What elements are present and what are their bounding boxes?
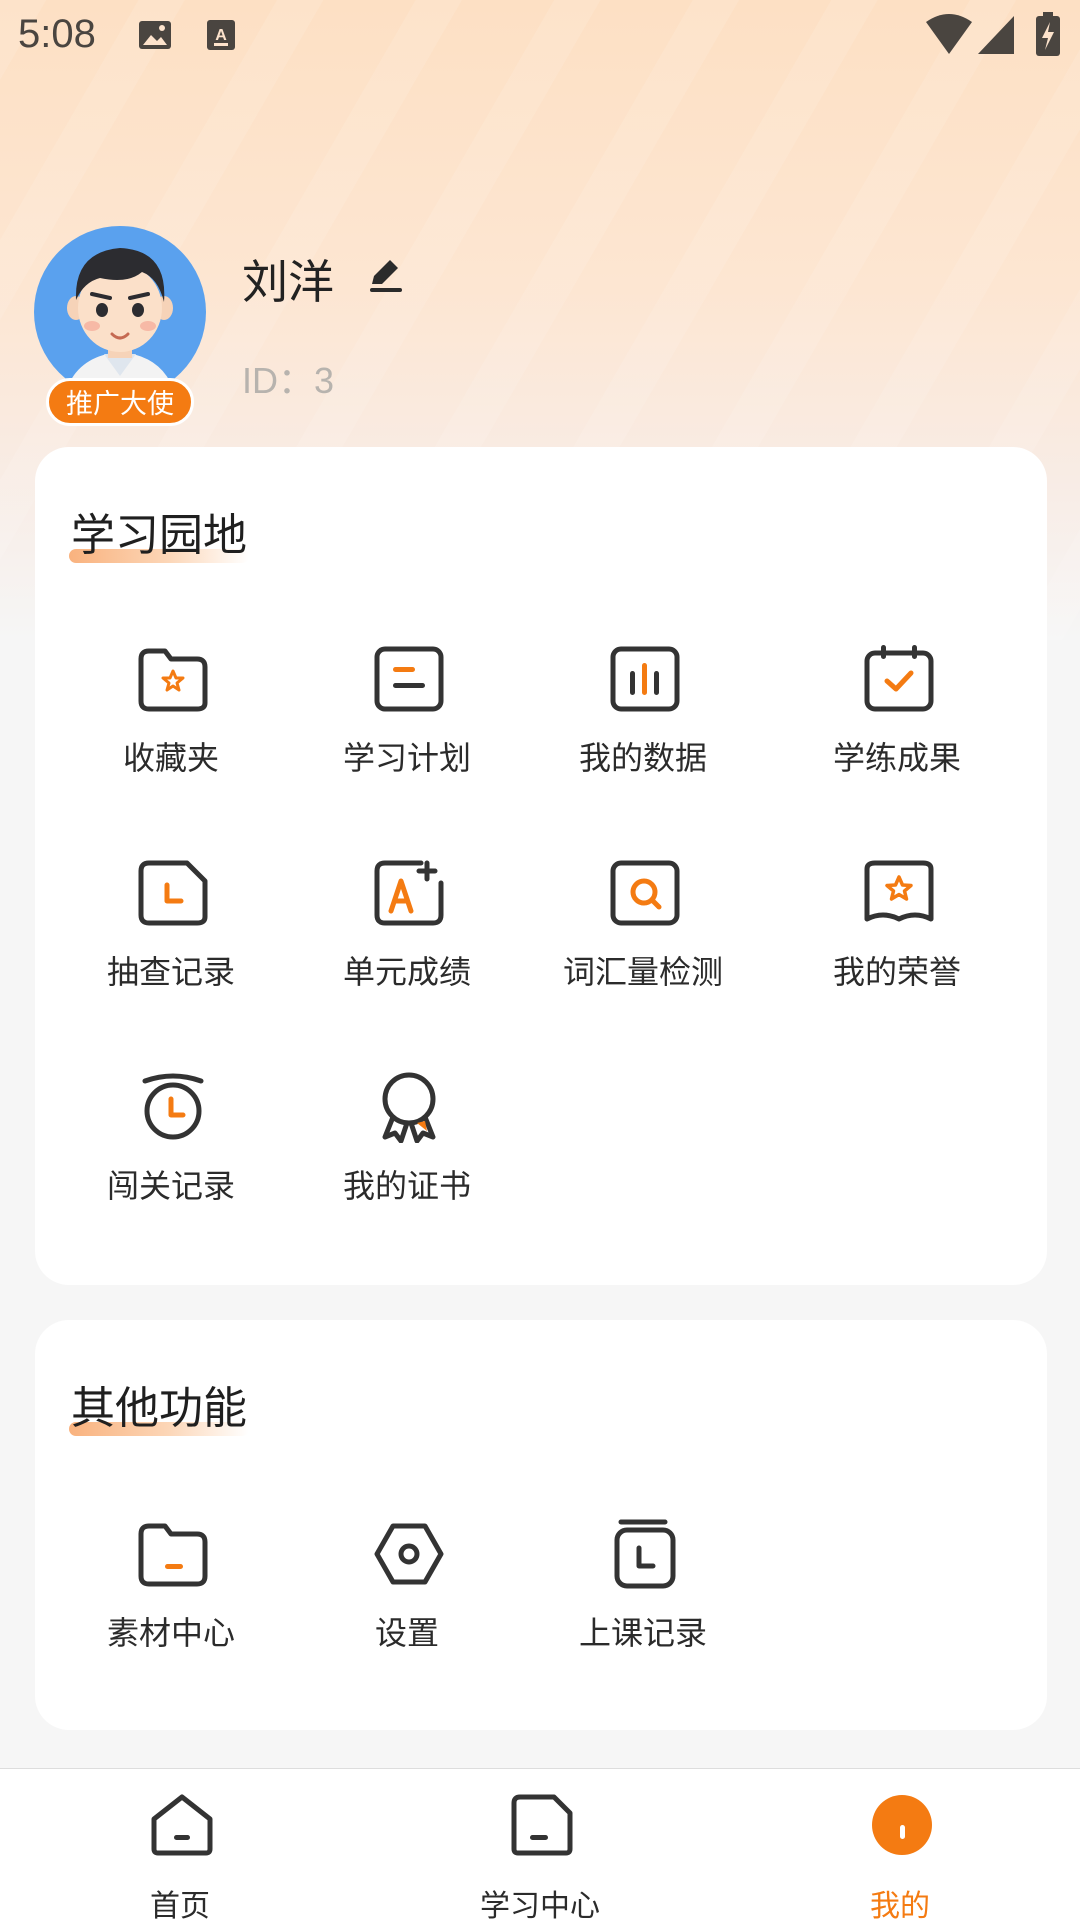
learning-card: 学习园地 收藏夹 学习计划 我的数据 学练成果 抽查记录 单元成绩 词汇量检测 … [35, 447, 1047, 1285]
level-record-label: 闯关记录 [106, 1167, 235, 1205]
calendar-check-icon [863, 643, 935, 715]
edit-icon[interactable] [366, 254, 406, 298]
my-certificate-label: 我的证书 [342, 1167, 471, 1205]
alarm-clock-icon [137, 1071, 209, 1143]
honor-star-icon [863, 857, 935, 929]
search-box-icon [609, 857, 681, 929]
other-section-title: 其他功能 [71, 1383, 247, 1434]
level-record-item[interactable]: 闯关记录 [53, 1071, 289, 1221]
home-icon [150, 1793, 214, 1857]
bar-chart-icon [609, 643, 681, 715]
unit-score-label: 单元成绩 [342, 953, 471, 991]
nav-study-center[interactable]: 学习中心 [360, 1769, 720, 1920]
spot-check-record-item[interactable]: 抽查记录 [53, 857, 289, 1007]
my-data-item[interactable]: 我的数据 [525, 643, 761, 793]
battery-charging-icon [1036, 12, 1060, 60]
profile-icon [870, 1793, 934, 1857]
unit-score-item[interactable]: 单元成绩 [289, 857, 525, 1007]
study-plan-item[interactable]: 学习计划 [289, 643, 525, 793]
svg-text:A: A [215, 27, 227, 44]
favorites-item[interactable]: 收藏夹 [53, 643, 289, 793]
learning-section-title: 学习园地 [71, 510, 247, 561]
class-record-icon [609, 1518, 681, 1590]
user-name: 刘洋 [242, 255, 334, 309]
settings-hex-icon [373, 1518, 445, 1590]
wifi-icon [926, 14, 972, 58]
nav-mine[interactable]: 我的 [720, 1769, 1080, 1920]
profile-page: 5:08 A 推广大使 刘洋 ID：3 学习园地 收藏夹 学习计划 我的数据 学… [0, 0, 1080, 1920]
my-certificate-item[interactable]: 我的证书 [289, 1071, 525, 1221]
nav-study-center-label: 学习中心 [480, 1889, 600, 1920]
user-id: ID：3 [242, 360, 335, 401]
material-center-item[interactable]: 素材中心 [53, 1518, 289, 1668]
certificate-ribbon-icon [373, 1071, 445, 1144]
class-record-item[interactable]: 上课记录 [525, 1518, 761, 1668]
ambassador-badge: 推广大使 [46, 378, 194, 426]
status-bar: 5:08 A [0, 0, 1080, 72]
folder-icon [137, 1518, 209, 1590]
plan-icon [373, 643, 445, 715]
clock-doc-icon [137, 857, 209, 929]
cellular-signal-icon [978, 16, 1014, 58]
practice-results-label: 学练成果 [832, 739, 961, 777]
avatar-container[interactable]: 推广大使 [34, 226, 208, 426]
bottom-navigation: 首页 学习中心 我的 [0, 1768, 1080, 1920]
practice-results-item[interactable]: 学练成果 [779, 643, 1015, 793]
vocabulary-test-item[interactable]: 词汇量检测 [525, 857, 761, 1007]
settings-label: 设置 [374, 1614, 439, 1652]
nav-mine-label: 我的 [870, 1889, 930, 1920]
study-center-icon [510, 1793, 574, 1857]
material-center-label: 素材中心 [106, 1614, 235, 1652]
study-plan-label: 学习计划 [342, 739, 471, 777]
avatar[interactable] [34, 226, 206, 398]
status-time: 5:08 [18, 12, 96, 56]
spot-check-record-label: 抽查记录 [106, 953, 235, 991]
nav-home-label: 首页 [150, 1889, 210, 1920]
my-honors-item[interactable]: 我的荣誉 [779, 857, 1015, 1007]
vocabulary-test-label: 词汇量检测 [562, 953, 723, 991]
other-functions-card: 其他功能 素材中心 设置 上课记录 [35, 1320, 1047, 1730]
folder-star-icon [137, 643, 209, 715]
class-record-label: 上课记录 [578, 1614, 707, 1652]
settings-item[interactable]: 设置 [289, 1518, 525, 1668]
favorites-label: 收藏夹 [122, 739, 219, 777]
grade-a-plus-icon [373, 857, 445, 929]
image-notification-icon [138, 18, 172, 56]
my-honors-label: 我的荣誉 [832, 953, 961, 991]
nav-home[interactable]: 首页 [0, 1769, 360, 1920]
keyboard-notification-icon: A [206, 18, 236, 56]
my-data-label: 我的数据 [578, 739, 707, 777]
